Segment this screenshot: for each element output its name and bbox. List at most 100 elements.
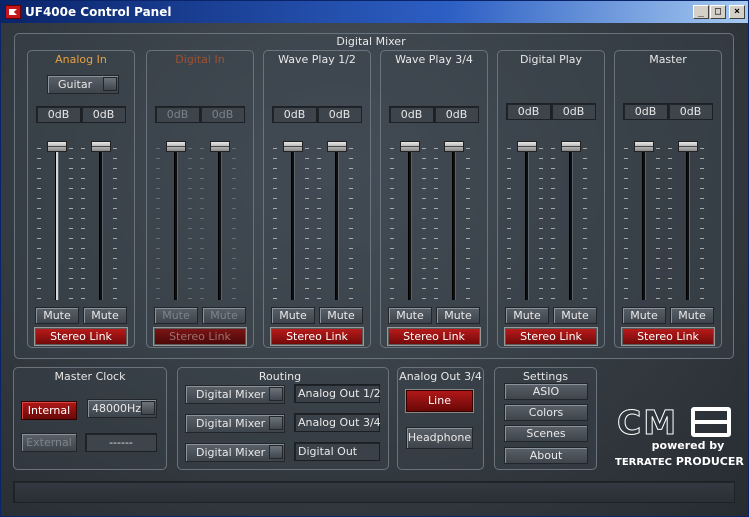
scale-tick: [668, 148, 672, 149]
stereo-link-button[interactable]: Stereo Link: [35, 328, 127, 345]
scale-tick: [583, 278, 587, 279]
routing-title: Routing: [258, 370, 302, 383]
chevron-down-icon[interactable]: [269, 387, 283, 401]
chevron-down-icon[interactable]: [141, 401, 155, 415]
scale-tick: [317, 188, 321, 189]
right-fader-track[interactable]: [452, 145, 456, 300]
scale-tick: [156, 278, 160, 279]
mute-left-button[interactable]: Mute: [35, 307, 79, 324]
stereo-link-button[interactable]: Stereo Link: [622, 328, 714, 345]
right-fader-handle[interactable]: [91, 141, 111, 152]
scale-tick: [305, 198, 309, 199]
mute-left-button[interactable]: Mute: [271, 307, 315, 324]
left-fader-handle[interactable]: [517, 141, 537, 152]
scale-tick: [349, 188, 353, 189]
scale-tick: [113, 198, 117, 199]
chevron-down-icon[interactable]: [103, 77, 117, 91]
scale-tick: [273, 268, 277, 269]
left-fader-handle[interactable]: [634, 141, 654, 152]
scale-tick: [156, 258, 160, 259]
scale-tick: [156, 228, 160, 229]
left-fader-handle[interactable]: [47, 141, 67, 152]
right-fader-track[interactable]: [335, 145, 339, 300]
mute-right-button[interactable]: Mute: [670, 307, 714, 324]
stereo-link-button[interactable]: Stereo Link: [271, 328, 363, 345]
scale-tick: [200, 258, 204, 259]
scale-tick: [37, 278, 41, 279]
scale-tick: [37, 168, 41, 169]
mute-right-button[interactable]: Mute: [202, 307, 246, 324]
scale-tick: [69, 198, 73, 199]
scenes-button[interactable]: Scenes: [504, 425, 588, 442]
scale-tick: [200, 298, 204, 299]
left-fader-track[interactable]: [55, 145, 59, 300]
right-fader-track[interactable]: [686, 145, 690, 300]
mute-left-button[interactable]: Mute: [505, 307, 549, 324]
right-fader-track[interactable]: [99, 145, 103, 300]
left-fader-track[interactable]: [174, 145, 178, 300]
scale-tick: [81, 158, 85, 159]
left-fader-handle[interactable]: [400, 141, 420, 152]
scale-tick: [422, 208, 426, 209]
right-fader-handle[interactable]: [561, 141, 581, 152]
external-clock-button[interactable]: External: [21, 433, 77, 452]
left-fader-track[interactable]: [291, 145, 295, 300]
scale-tick: [434, 158, 438, 159]
right-fader-handle[interactable]: [210, 141, 230, 152]
left-fader-handle[interactable]: [166, 141, 186, 152]
right-fader-track[interactable]: [218, 145, 222, 300]
sample-rate-select[interactable]: 48000Hz: [87, 399, 157, 418]
chevron-down-icon[interactable]: [269, 445, 283, 459]
mute-right-button[interactable]: Mute: [319, 307, 363, 324]
left-fader-track[interactable]: [642, 145, 646, 300]
scale-tick: [668, 158, 672, 159]
right-fader-handle[interactable]: [327, 141, 347, 152]
close-button[interactable]: ×: [729, 5, 745, 19]
routing-source-select[interactable]: Digital Mixer: [185, 414, 285, 433]
chevron-down-icon[interactable]: [269, 416, 283, 430]
scale-tick: [700, 248, 704, 249]
stereo-link-button[interactable]: Stereo Link: [154, 328, 246, 345]
mute-right-button[interactable]: Mute: [83, 307, 127, 324]
scale-tick: [273, 228, 277, 229]
scale-tick: [349, 198, 353, 199]
scale-tick: [624, 278, 628, 279]
headphone-button[interactable]: Headphone: [406, 427, 473, 449]
left-fader-handle[interactable]: [283, 141, 303, 152]
mute-left-button[interactable]: Mute: [388, 307, 432, 324]
scale-tick: [624, 218, 628, 219]
maximize-button[interactable]: □: [710, 5, 726, 19]
scale-tick: [156, 198, 160, 199]
channel-strip: [497, 50, 605, 348]
mute-left-button[interactable]: Mute: [154, 307, 198, 324]
about-button[interactable]: About: [504, 447, 588, 464]
scale-tick: [624, 248, 628, 249]
scale-tick: [156, 288, 160, 289]
left-fader-track[interactable]: [408, 145, 412, 300]
right-fader-handle[interactable]: [678, 141, 698, 152]
mute-left-button[interactable]: Mute: [622, 307, 666, 324]
source-select[interactable]: Guitar: [47, 75, 119, 94]
colors-button[interactable]: Colors: [504, 404, 588, 421]
scale-tick: [539, 168, 543, 169]
routing-source-select[interactable]: Digital Mixer: [185, 385, 285, 404]
mute-right-button[interactable]: Mute: [553, 307, 597, 324]
right-fader-handle[interactable]: [444, 141, 464, 152]
scale-tick: [200, 178, 204, 179]
right-fader-track[interactable]: [569, 145, 573, 300]
scale-tick: [668, 218, 672, 219]
scale-tick: [656, 248, 660, 249]
minimize-button[interactable]: _: [693, 5, 709, 19]
scale-tick: [539, 268, 543, 269]
internal-clock-button[interactable]: Internal: [21, 401, 77, 420]
mute-right-button[interactable]: Mute: [436, 307, 480, 324]
stereo-link-button[interactable]: Stereo Link: [505, 328, 597, 345]
scale-tick: [668, 278, 672, 279]
routing-source-select[interactable]: Digital Mixer: [185, 443, 285, 462]
title-bar[interactable]: UF400e Control Panel _ □ ×: [1, 1, 748, 23]
scale-tick: [317, 258, 321, 259]
stereo-link-button[interactable]: Stereo Link: [388, 328, 480, 345]
line-button[interactable]: Line: [406, 390, 473, 412]
asio-button[interactable]: ASIO: [504, 383, 588, 400]
left-fader-track[interactable]: [525, 145, 529, 300]
